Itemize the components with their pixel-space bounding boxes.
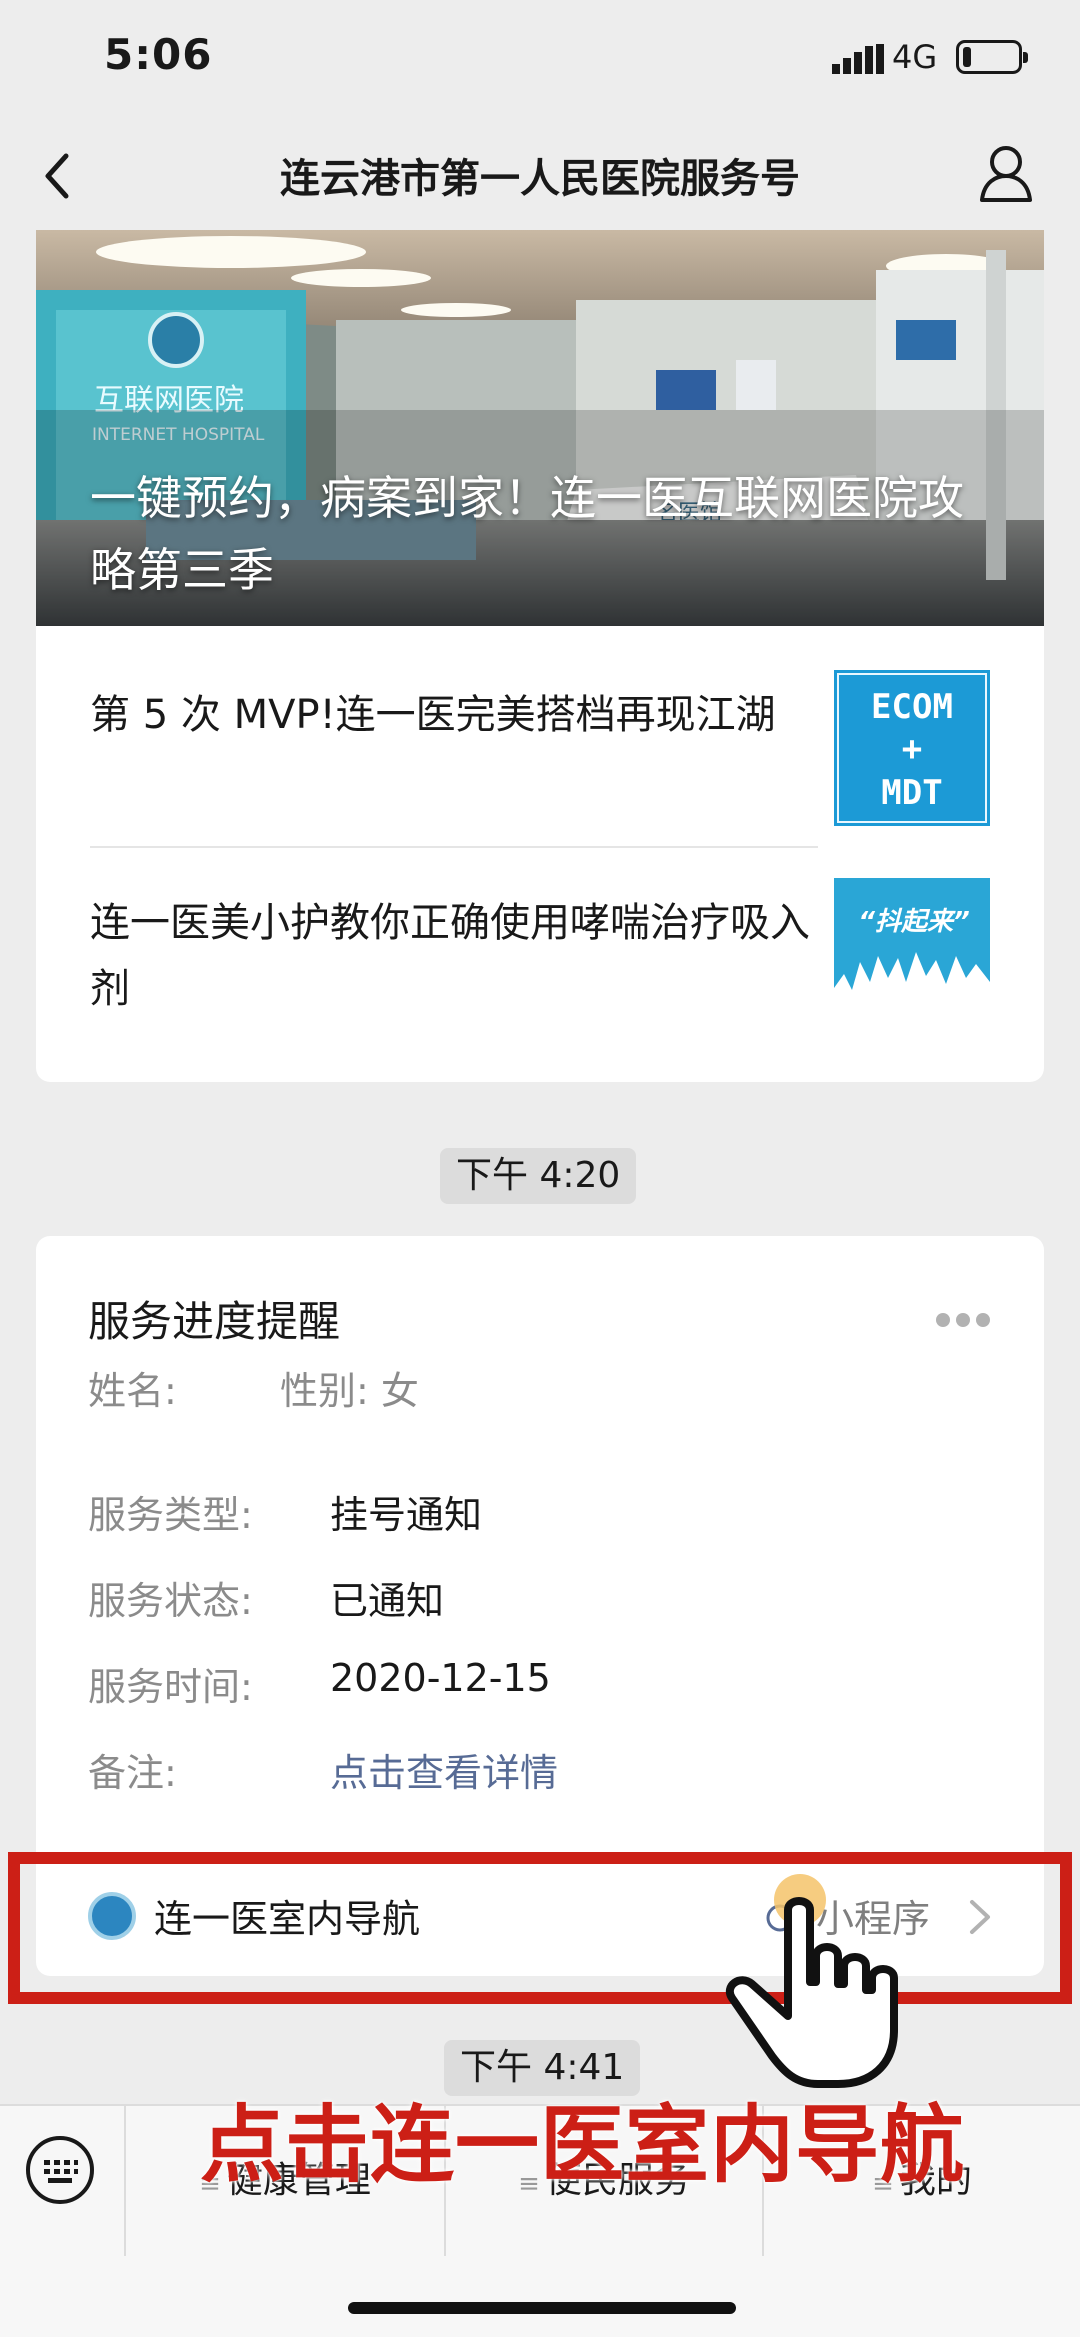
more-icon[interactable] xyxy=(936,1312,996,1328)
battery-icon xyxy=(956,40,1028,74)
home-indicator xyxy=(348,2302,736,2314)
service-time-value: 2020-12-15 xyxy=(330,1656,551,1700)
nav-bar: 连云港市第一人民医院服务号 xyxy=(0,120,1080,230)
hand-pointer-icon xyxy=(726,1874,898,2088)
article-title: 连一医美小护教你正确使用哮喘治疗吸入剂 xyxy=(90,900,810,1012)
status-time: 5:06 xyxy=(104,30,213,79)
keyboard-icon[interactable] xyxy=(26,2136,94,2204)
gender-label: 性别: 女 xyxy=(280,1369,419,1413)
view-details-link[interactable]: 点击查看详情 xyxy=(330,1742,558,1797)
service-card-title: 服务进度提醒 xyxy=(88,1297,341,1346)
service-status-label: 服务状态: xyxy=(88,1579,253,1623)
service-type-label: 服务类型: xyxy=(88,1493,253,1537)
instruction-text: 点击连一医室内导航 xyxy=(200,2096,966,2194)
banner-title: 一键预约，病案到家！连一医互联网医院攻略第三季 xyxy=(90,471,964,597)
list-item[interactable]: 连一医美小护教你正确使用哮喘治疗吸入剂 “抖起来” xyxy=(36,834,1044,1042)
thumb-text: “抖起来” xyxy=(858,907,970,937)
article-title: 第 5 次 MVP!连一医完美搭档再现江湖 xyxy=(90,692,776,738)
service-status-value: 已通知 xyxy=(330,1579,445,1623)
thumb-text-1: ECOM xyxy=(871,687,953,727)
thumb-text-2: + xyxy=(902,729,922,769)
network-label: 4G xyxy=(892,38,938,76)
signal-icon xyxy=(832,44,884,74)
name-label: 姓名: xyxy=(88,1369,177,1413)
list-item[interactable]: 第 5 次 MVP!连一医完美搭档再现江湖 ECOM + MDT xyxy=(36,626,1044,834)
service-time-label: 服务时间: xyxy=(88,1665,253,1709)
thumb-text-3: MDT xyxy=(881,773,942,813)
article-thumbnail: “抖起来” xyxy=(834,878,990,1034)
remark-label: 备注: xyxy=(88,1751,177,1795)
timestamp: 下午 4:20 xyxy=(440,1148,637,1204)
battery-level xyxy=(963,47,971,67)
banner-article[interactable]: 互联网医院 INTERNET HOSPITAL 名医馆 一键预约，病案到家！连一… xyxy=(36,230,1044,626)
article-card: 互联网医院 INTERNET HOSPITAL 名医馆 一键预约，病案到家！连一… xyxy=(36,230,1044,1082)
profile-icon[interactable] xyxy=(978,142,1034,204)
article-thumbnail: ECOM + MDT xyxy=(834,670,990,826)
service-type-value: 挂号通知 xyxy=(330,1493,483,1537)
status-bar: 5:06 4G xyxy=(0,0,1080,120)
page-title: 连云港市第一人民医院服务号 xyxy=(280,156,800,202)
